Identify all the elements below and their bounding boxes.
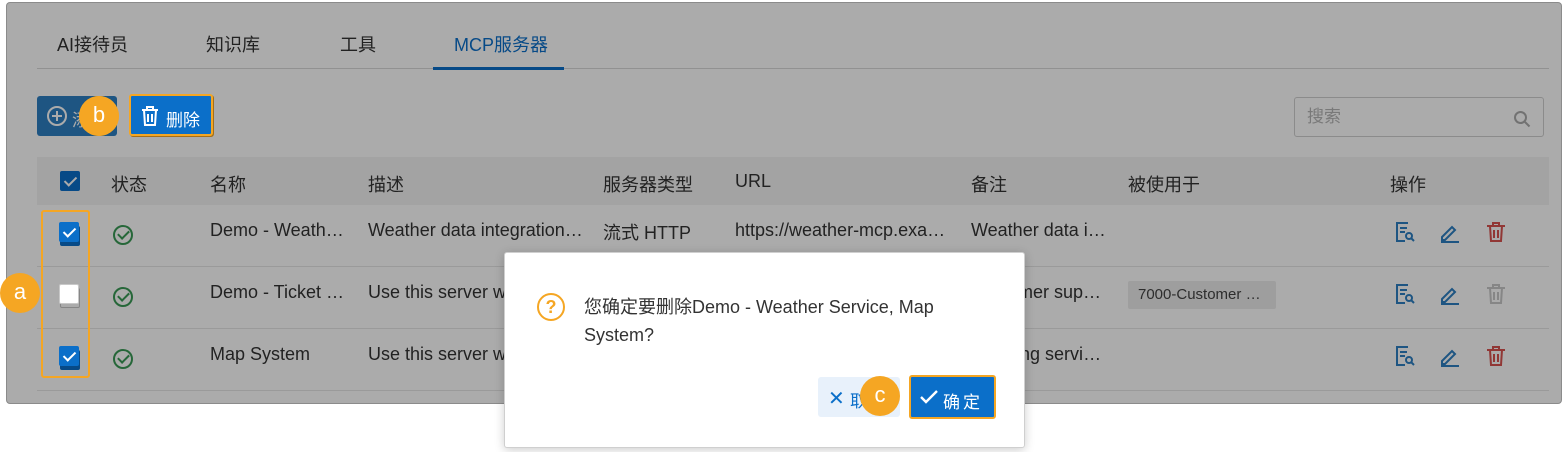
row-checkbox-highlighted[interactable] bbox=[59, 284, 79, 304]
callout-marker-b-top: b bbox=[79, 96, 119, 136]
app-root: AI接待员 知识库 工具 MCP服务器 添加 删除 状态 bbox=[0, 0, 1563, 452]
question-icon: ? bbox=[537, 293, 565, 321]
dialog-message: 您确定要删除Demo - Weather Service, Map System… bbox=[584, 297, 934, 345]
check-icon bbox=[920, 390, 938, 404]
delete-button-highlighted[interactable]: 删除 bbox=[129, 94, 213, 136]
row-checkbox-highlighted[interactable] bbox=[59, 222, 79, 242]
row-checkbox-highlighted[interactable] bbox=[59, 346, 79, 366]
confirm-button[interactable]: 确定 bbox=[909, 375, 996, 419]
callout-marker-a: a bbox=[0, 273, 40, 313]
trash-icon bbox=[142, 106, 158, 126]
close-icon: ✕ bbox=[828, 388, 845, 410]
confirm-button-label: 确定 bbox=[943, 393, 983, 412]
confirm-delete-dialog: ? 您确定要删除Demo - Weather Service, Map Syst… bbox=[504, 252, 1025, 448]
delete-button-label: 删除 bbox=[166, 111, 200, 130]
callout-marker-c: c bbox=[860, 376, 900, 416]
